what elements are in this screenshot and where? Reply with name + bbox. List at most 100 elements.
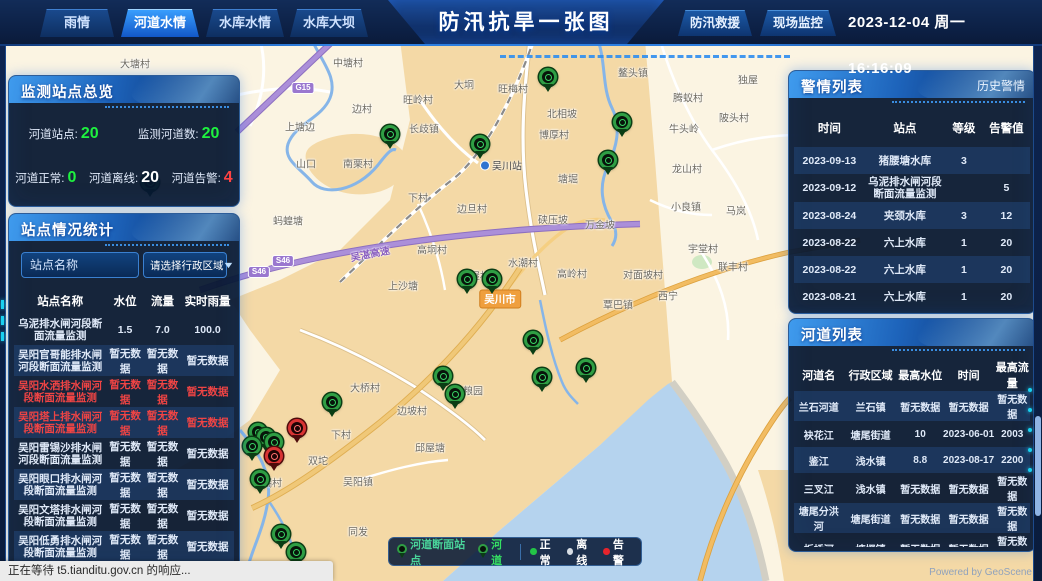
station-marker-pin[interactable] [445,385,465,412]
table-row[interactable]: 吴阳眼口排水闸河段断面流量监测暂无数据暂无数据暂无数据 [14,469,234,500]
station-marker-pin[interactable] [250,470,270,497]
table-row[interactable]: 2023-09-12乌泥排水闸河段断面流量监测5 [794,174,1030,202]
alert-value-cell: 5 [983,182,1030,194]
station-name-cell: 吴阳文塔排水闸河段断面流量监测 [14,502,106,530]
table-row[interactable]: 袂花江塘尾街道102023-06-012003 [794,421,1030,447]
station-stats-panel: 站点情况统计 请选择行政区域 ▼ 站点名称水位流量实时雨量 乌泥排水闸河段断面流… [8,213,240,575]
table-row[interactable]: 2023-08-21六上水库120 [794,283,1030,309]
history-alerts-link[interactable]: 历史警情 [977,77,1025,94]
edge-dash-decoration [1,300,4,309]
column-header: 最高水位 [898,367,943,383]
value-cell: 7.0 [144,324,181,336]
map-place-label: 边旦村 [457,201,487,216]
marker-tail [269,463,279,476]
value-cell: 暂无数据 [181,353,234,368]
marker-glyph-station [545,74,552,81]
station-marker-pin[interactable] [612,113,632,140]
marker-tail [292,435,302,448]
map-place-label: 龙山村 [672,161,702,176]
edge-dash-decoration [1,332,4,341]
map-place-label: 万金坡 [585,217,615,232]
station-name-input[interactable] [21,252,139,278]
table-row[interactable]: 吴阳文塔排水闸河段断面流量监测暂无数据暂无数据暂无数据 [14,500,234,531]
panel-header: 站点情况统计 [9,214,239,241]
station-marker-pin[interactable] [457,270,477,297]
map-place-label: 南栗村 [343,156,373,171]
station-marker-pin[interactable] [598,151,618,178]
station-marker-pin[interactable] [470,135,490,162]
table-row[interactable]: 2023-08-24夹颈水库312 [794,202,1030,229]
river-list-panel: 河道列表 河道名行政区域最高水位时间最高流量 兰石河道兰石镇暂无数据暂无数据暂无… [788,318,1036,552]
tab-河道水情[interactable]: 河道水情 [121,9,199,37]
value-cell: 板桥河 [794,541,844,548]
station-marker-pin[interactable] [380,125,400,152]
table-row[interactable]: 吴阳官哥能排水闸河段断面流量监测暂无数据暂无数据暂无数据 [14,345,234,376]
level-cell: 3 [945,210,983,222]
map-place-label: 旺梅村 [498,81,528,96]
region-select[interactable]: 请选择行政区域 ▼ [143,252,227,278]
value-cell: 暂无数据 [995,533,1030,547]
alert-value-cell: 12 [983,210,1030,222]
map-pin-icon [478,544,488,559]
value-cell: 暂无数据 [106,439,143,469]
river-table: 河道名行政区域最高水位时间最高流量 兰石河道兰石镇暂无数据暂无数据暂无数据袂花江… [794,359,1030,547]
marker-glyph-station [440,373,447,380]
station-marker-pin[interactable] [532,368,552,395]
value-cell: 暂无数据 [943,399,995,414]
legend-item-河道断面站点: 河道断面站点 [397,536,471,568]
river-table-body: 兰石河道兰石镇暂无数据暂无数据暂无数据袂花江塘尾街道102023-06-0120… [794,391,1030,547]
station-marker-pin[interactable] [538,68,558,95]
table-row[interactable]: 吴阳水洒排水闸河段断面流量监测暂无数据暂无数据暂无数据 [14,376,234,407]
marker-glyph-station [278,531,285,538]
station-marker-pin[interactable] [482,270,502,297]
stat-item: 河道站点:20 [29,125,99,143]
header-button-现场监控[interactable]: 现场监控 [760,10,836,36]
station-marker-pin[interactable] [576,359,596,386]
table-row[interactable]: 吴阳低勇排水闸河段断面流量监测暂无数据暂无数据暂无数据 [14,531,234,562]
alert-value-cell: 20 [983,237,1030,249]
marker-glyph-station [464,276,471,283]
table-row[interactable]: 兰石河道兰石镇暂无数据暂无数据暂无数据 [794,391,1030,421]
marker-glyph-river [583,365,590,372]
station-marker-pin[interactable] [242,437,262,464]
time-cell: 2023-08-22 [794,264,865,276]
table-row[interactable]: 三叉江浅水镇暂无数据暂无数据暂无数据 [794,473,1030,503]
value-cell: 1.5 [106,324,143,336]
station-marker-pin[interactable] [322,393,342,420]
level-cell: 1 [945,264,983,276]
table-row[interactable]: 2023-08-22六上水库120 [794,229,1030,256]
table-row[interactable]: 吴阳雷锡沙排水闸河段断面流量监测暂无数据暂无数据暂无数据 [14,438,234,469]
station-name-cell: 吴阳塔上排水闸河段断面流量监测 [14,409,106,437]
station-table-header: 站点名称水位流量实时雨量 [14,288,234,314]
value-cell: 2023-06-01 [943,429,995,440]
alert-marker-pin[interactable] [287,419,307,446]
time-cell: 2023-09-12 [794,182,865,194]
station-cell: 猪腰塘水库 [865,153,945,169]
top-navbar: 雨情河道水情水库水情水库大坝 防汛抗旱一张图 防汛救援现场监控 2023-12-… [0,0,1042,46]
value-cell: 2003 [995,429,1030,440]
time-cell: 2023-08-24 [794,210,865,222]
scrollbar-thumb[interactable] [1035,416,1041,516]
map-place-label: 边村 [352,101,372,116]
table-row[interactable]: 鉴江浅水镇8.82023-08-172200 [794,447,1030,473]
table-row[interactable]: 乌泥排水闸河段断面流量监测1.57.0100.0 [14,314,234,345]
tab-水库水情[interactable]: 水库水情 [206,9,284,37]
column-header: 河道名 [794,367,844,383]
station-cell: 夹颈水库 [865,208,945,224]
table-row[interactable]: 2023-08-22六上水库120 [794,256,1030,283]
stat-value: 4 [224,169,233,187]
map-place-label: 马岚 [726,203,746,218]
dotted-separator [105,244,229,246]
river-table-header: 河道名行政区域最高水位时间最高流量 [794,359,1030,389]
header-button-防汛救援[interactable]: 防汛救援 [678,10,752,36]
table-row[interactable]: 板桥河塘㙍镇暂无数据暂无数据暂无数据 [794,533,1030,547]
stats-row-1: 河道站点:20监测河道数:20 [9,125,239,143]
table-row[interactable]: 吴阳塔上排水闸河段断面流量监测暂无数据暂无数据暂无数据 [14,407,234,438]
station-marker-pin[interactable] [523,331,543,358]
tab-水库大坝[interactable]: 水库大坝 [290,9,368,37]
tab-雨情[interactable]: 雨情 [40,9,114,37]
flood-dashboard-root: 大塘村中塘村大垌旺梅村鳌头镇独屋腾蚁村陂头村边村上塘边旺岭村长歧镇北相坡博厚村牛… [0,0,1042,581]
table-row[interactable]: 2023-09-13猪腰塘水库3 [794,147,1030,174]
value-cell: 塘㙍镇 [844,541,898,548]
table-row[interactable]: 塘尾分洪河塘尾街道暂无数据暂无数据暂无数据 [794,503,1030,533]
